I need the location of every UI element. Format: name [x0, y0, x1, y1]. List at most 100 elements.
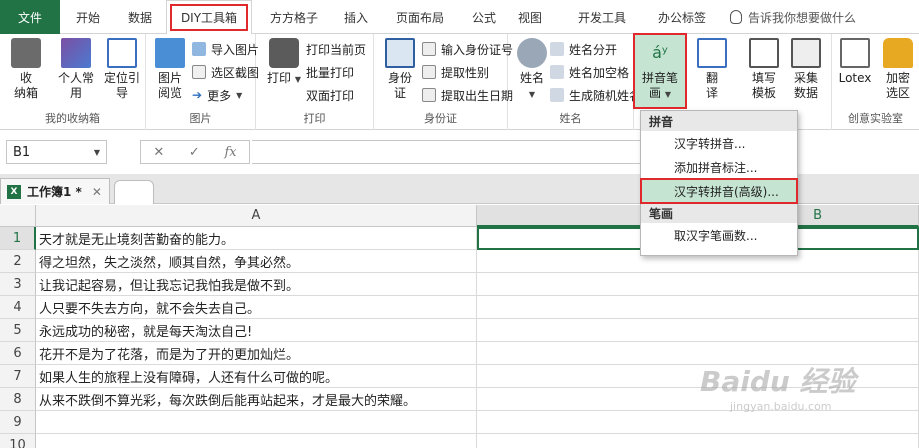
table-row: 3 让我记起容易，但让我忘记我怕我是做不到。: [0, 273, 919, 296]
personal-button[interactable]: 个人常 用: [52, 38, 100, 101]
random-name-button[interactable]: 生成随机姓名: [550, 84, 641, 106]
cell-a[interactable]: 如果人生的旅程上没有障碍，人还有什么可做的呢。: [36, 365, 477, 388]
translate-button[interactable]: 翻 译: [692, 38, 732, 101]
group-name: 姓名 ▼ 姓名分开 姓名加空格 生成随机姓名 姓名: [508, 34, 641, 130]
row-header[interactable]: 10: [0, 434, 36, 448]
name-button[interactable]: 姓名 ▼: [514, 38, 550, 102]
locate-icon: [107, 38, 137, 68]
cell-b[interactable]: [477, 296, 919, 319]
tab-formulas[interactable]: 公式: [462, 0, 506, 34]
cell-b[interactable]: [477, 319, 919, 342]
fill-template-label: 填写 模板: [751, 71, 776, 100]
import-picture-label: 导入图片: [211, 42, 260, 57]
menu-item-hanzi-to-pinyin[interactable]: 汉字转拼音...: [641, 131, 797, 155]
cell-b[interactable]: [477, 434, 919, 448]
template-icon: [749, 38, 779, 68]
group-label-name: 姓名: [559, 112, 582, 125]
row-header[interactable]: 7: [0, 365, 36, 388]
lotex-button[interactable]: Lotex: [834, 38, 876, 86]
close-icon[interactable]: ✕: [92, 185, 102, 199]
row-header[interactable]: 5: [0, 319, 36, 342]
collect-data-button[interactable]: 采集 数据: [786, 38, 826, 101]
group-label-idcard: 身份证: [424, 112, 457, 125]
more-button[interactable]: ➔ 更多 ▼: [192, 84, 242, 106]
extract-gender-button[interactable]: 提取性别: [422, 61, 489, 83]
new-workbook-tab[interactable]: [114, 180, 154, 204]
split-name-button[interactable]: 姓名分开: [550, 38, 617, 60]
name-box-dropdown-icon[interactable]: ▼: [94, 148, 100, 157]
row-header[interactable]: 6: [0, 342, 36, 365]
pinyin-stroke-button[interactable]: áʸ 拼音笔 画 ▼: [633, 33, 687, 109]
tab-developer[interactable]: 开发工具: [566, 0, 638, 34]
tab-view[interactable]: 视图: [508, 0, 552, 34]
ribbon-tab-bar: 文件 开始 数据 DIY工具箱 方方格子 插入 页面布局 公式 视图 开发工具 …: [0, 0, 919, 35]
print-current-page-button[interactable]: 打印当前页: [306, 38, 366, 60]
excel-icon: X: [7, 184, 21, 199]
tab-file[interactable]: 文件: [0, 0, 60, 34]
cell-a[interactable]: 从来不跌倒不算光彩，每次跌倒后能再站起来，才是最大的荣耀。: [36, 388, 477, 411]
row-header[interactable]: 8: [0, 388, 36, 411]
formula-buttons: ✕ ✓ fx: [140, 140, 250, 164]
encrypt-selection-button[interactable]: 加密 选区: [878, 38, 918, 101]
cell-a[interactable]: 花开不是为了花落，而是为了开的更加灿烂。: [36, 342, 477, 365]
function-icon[interactable]: fx: [224, 145, 236, 160]
cell-b[interactable]: [477, 342, 919, 365]
screenshot-button[interactable]: 选区截图: [192, 61, 259, 83]
tab-office-tab[interactable]: 办公标签: [646, 0, 718, 34]
storage-button[interactable]: 收 纳箱: [6, 38, 46, 101]
menu-item-hanzi-to-pinyin-advanced[interactable]: 汉字转拼音(高级)...: [640, 178, 798, 204]
idcard-button[interactable]: 身份 证: [382, 38, 418, 101]
picture-view-button[interactable]: 图片 阅览: [152, 38, 188, 101]
cell-a[interactable]: [36, 411, 477, 434]
cell-a[interactable]: 让我记起容易，但让我忘记我怕我是做不到。: [36, 273, 477, 296]
locate-button[interactable]: 定位引 导: [100, 38, 144, 101]
cell-b[interactable]: [477, 273, 919, 296]
collect-icon: [791, 38, 821, 68]
row-header[interactable]: 4: [0, 296, 36, 319]
tab-insert[interactable]: 插入: [334, 0, 378, 34]
print-button[interactable]: 打印 ▼: [266, 38, 302, 87]
formula-input[interactable]: [252, 140, 642, 164]
encrypt-selection-label: 加密 选区: [885, 71, 910, 100]
enter-icon[interactable]: ✓: [189, 145, 200, 160]
menu-item-stroke-count[interactable]: 取汉字笔画数...: [641, 223, 797, 247]
tell-me-search[interactable]: 告诉我你想要做什么: [730, 0, 856, 34]
name-box[interactable]: B1 ▼: [6, 140, 107, 164]
row-header[interactable]: 2: [0, 250, 36, 273]
input-idcard-button[interactable]: 输入身份证号: [422, 38, 513, 60]
lotex-icon: [840, 38, 870, 68]
tab-home[interactable]: 开始: [62, 0, 114, 34]
tab-diy-toolbox[interactable]: DIY工具箱: [166, 0, 252, 35]
workbook-tab[interactable]: X 工作簿1 * ✕: [0, 178, 110, 204]
duplex-print-button[interactable]: 双面打印: [306, 84, 354, 106]
cell-a[interactable]: 人只要不失去方向，就不会失去自己。: [36, 296, 477, 319]
select-all-corner[interactable]: [0, 205, 36, 227]
briefcase-icon: [11, 38, 41, 68]
birthday-icon: [422, 88, 436, 102]
group-creative-lab: Lotex 加密 选区 创意实验室: [832, 34, 919, 130]
cell-a[interactable]: 得之坦然，失之淡然，顺其自然，争其必然。: [36, 250, 477, 273]
row-header[interactable]: 1: [0, 227, 36, 250]
name-space-button[interactable]: 姓名加空格: [550, 61, 629, 83]
name-space-label: 姓名加空格: [569, 65, 630, 80]
row-header[interactable]: 3: [0, 273, 36, 296]
extract-birthday-button[interactable]: 提取出生日期: [422, 84, 513, 106]
printer-icon: [269, 38, 299, 68]
cancel-icon[interactable]: ✕: [153, 145, 164, 160]
cell-a[interactable]: 永远成功的秘密，就是每天淘汰自己!: [36, 319, 477, 342]
cell-b[interactable]: [477, 388, 919, 411]
fill-template-button[interactable]: 填写 模板: [744, 38, 784, 101]
tab-fangfang-gezi[interactable]: 方方格子: [256, 0, 332, 34]
cell-b[interactable]: [477, 411, 919, 434]
tab-data[interactable]: 数据: [114, 0, 166, 34]
tab-page-layout[interactable]: 页面布局: [382, 0, 458, 34]
cell-a[interactable]: [36, 434, 477, 448]
menu-item-add-pinyin-annotation[interactable]: 添加拼音标注...: [641, 155, 797, 179]
import-picture-button[interactable]: 导入图片: [192, 38, 259, 60]
row-header[interactable]: 9: [0, 411, 36, 434]
cell-b[interactable]: [477, 365, 919, 388]
batch-print-button[interactable]: 批量打印: [306, 61, 354, 83]
cell-a[interactable]: 天才就是无止境刻苦勤奋的能力。: [36, 227, 477, 250]
column-header-a[interactable]: A: [36, 205, 477, 227]
batch-print-label: 批量打印: [306, 65, 355, 80]
